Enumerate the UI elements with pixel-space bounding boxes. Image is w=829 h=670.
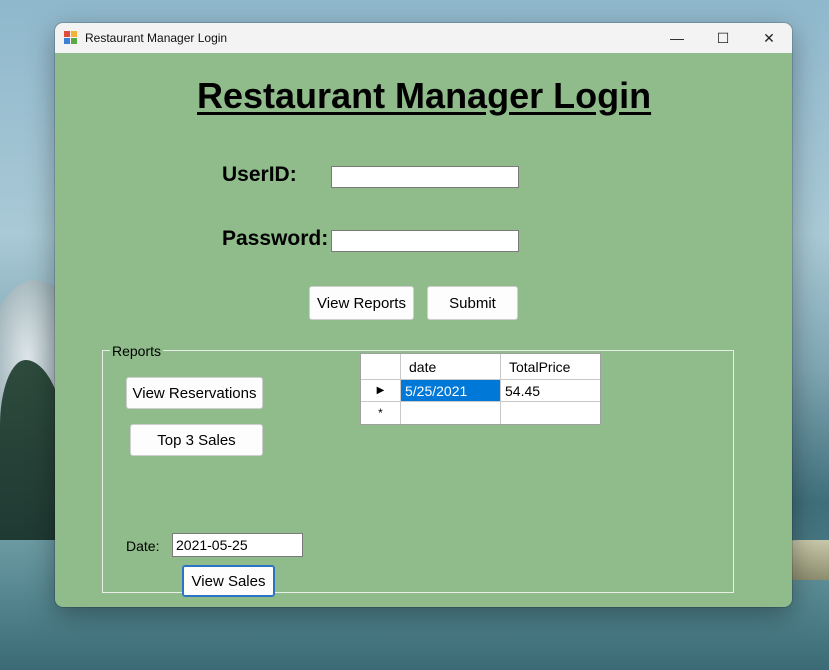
view-reservations-button[interactable]: View Reservations	[126, 377, 263, 409]
top-3-sales-button[interactable]: Top 3 Sales	[130, 424, 263, 456]
minimize-icon: —	[670, 30, 684, 46]
minimize-button[interactable]: —	[654, 23, 700, 53]
sales-data-grid[interactable]: date TotalPrice ▶ 5/25/2021 54.45 *	[360, 353, 601, 425]
title-bar[interactable]: Restaurant Manager Login — ☐ ✕	[55, 23, 792, 53]
column-header-totalprice[interactable]: TotalPrice	[501, 354, 600, 380]
userid-label: UserID:	[222, 163, 297, 186]
grid-cell-date[interactable]: 5/25/2021	[401, 380, 501, 402]
submit-button[interactable]: Submit	[427, 286, 518, 320]
row-header-selected[interactable]: ▶	[361, 380, 401, 402]
form-client-area: Restaurant Manager Login UserID: Passwor…	[55, 53, 792, 607]
app-icon	[64, 31, 78, 45]
close-icon: ✕	[763, 29, 775, 46]
grid-corner-header[interactable]	[361, 354, 401, 380]
grid-new-row-cell-totalprice[interactable]	[501, 402, 600, 424]
grid-cell-totalprice[interactable]: 54.45	[501, 380, 600, 402]
view-sales-button[interactable]: View Sales	[182, 565, 275, 597]
grid-new-row-cell-date[interactable]	[401, 402, 501, 424]
date-label: Date:	[126, 538, 160, 554]
view-reports-button[interactable]: View Reports	[309, 286, 414, 320]
reports-group-label: Reports	[110, 343, 164, 359]
date-input[interactable]	[172, 533, 303, 557]
row-header-new[interactable]: *	[361, 402, 401, 424]
maximize-button[interactable]: ☐	[700, 23, 746, 53]
maximize-icon: ☐	[716, 29, 730, 46]
password-input[interactable]	[331, 230, 519, 252]
new-row-asterisk-icon: *	[378, 406, 383, 420]
page-title: Restaurant Manager Login	[197, 75, 652, 116]
close-button[interactable]: ✕	[746, 23, 792, 53]
app-window: Restaurant Manager Login — ☐ ✕ Restauran…	[55, 23, 792, 607]
userid-input[interactable]	[331, 166, 519, 188]
row-pointer-icon: ▶	[376, 385, 385, 396]
window-title: Restaurant Manager Login	[85, 31, 228, 45]
column-header-date[interactable]: date	[401, 354, 501, 380]
password-label: Password:	[222, 227, 329, 250]
